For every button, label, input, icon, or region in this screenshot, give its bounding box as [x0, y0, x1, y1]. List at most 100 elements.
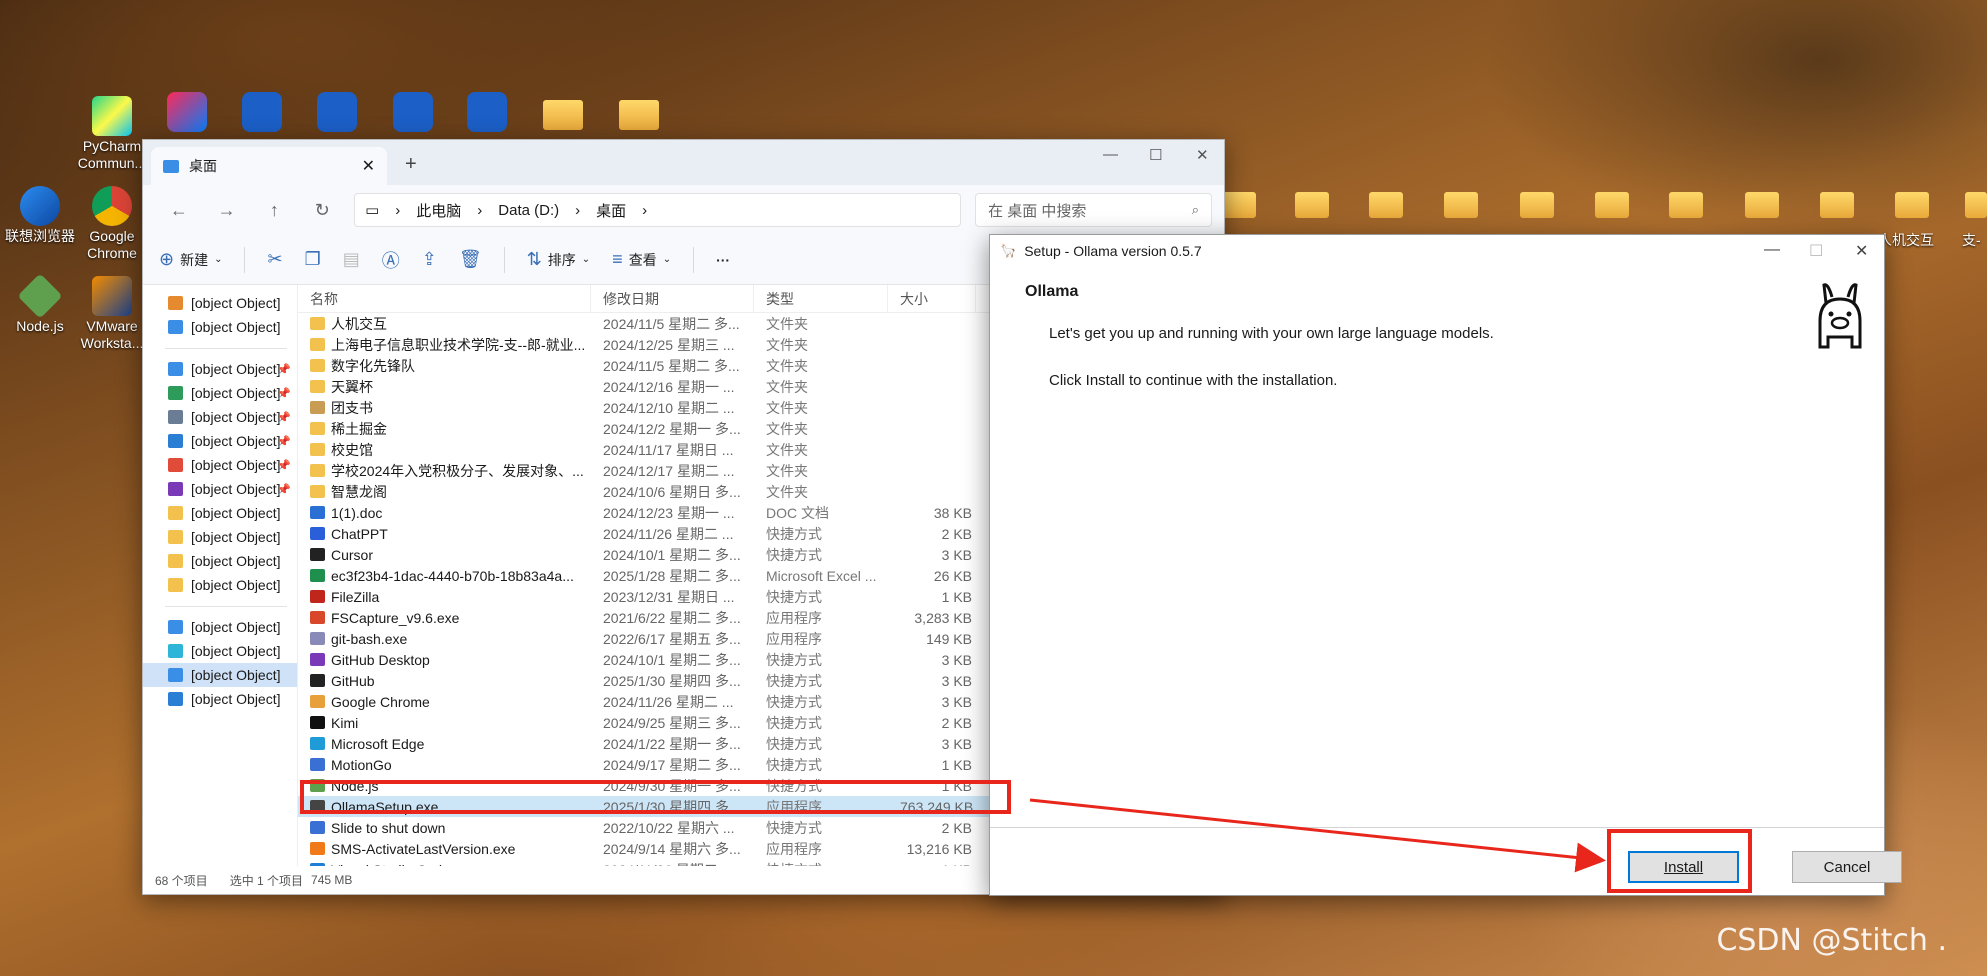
sidebar-item[interactable]: [object Object]	[143, 573, 297, 597]
more-button[interactable]: ···	[716, 252, 730, 268]
column-header-name[interactable]: 名称	[298, 285, 591, 312]
sidebar-item[interactable]: [object Object]	[143, 501, 297, 525]
folder-icon[interactable]	[1444, 192, 1478, 218]
file-date: 2024/9/25 星期三 多...	[603, 714, 741, 731]
maximize-button[interactable]: ☐	[1809, 241, 1823, 261]
up-arrow-icon[interactable]: ↑	[251, 200, 299, 221]
rename-button[interactable]: Ⓐ	[382, 247, 400, 273]
file-size: 3 KB	[941, 735, 972, 752]
maximize-button[interactable]: ☐	[1149, 146, 1162, 164]
sidebar-item[interactable]: [object Object]	[143, 315, 297, 339]
sidebar-item[interactable]: [object Object]	[143, 615, 297, 639]
file-size: 38 KB	[933, 504, 972, 521]
file-name: SMS-ActivateLastVersion.exe	[331, 840, 516, 857]
file-size: 149 KB	[926, 630, 972, 647]
close-button[interactable]: ✕	[1855, 241, 1868, 261]
file-name-cell: FileZilla	[298, 589, 591, 605]
file-type: 快捷方式	[766, 588, 822, 605]
column-header-date[interactable]: 修改日期	[591, 285, 754, 312]
column-header-type[interactable]: 类型	[754, 285, 888, 312]
breadcrumb-item[interactable]: 此电脑	[416, 200, 461, 221]
close-button[interactable]: ✕	[1196, 146, 1209, 164]
forward-arrow-icon[interactable]: →	[203, 200, 251, 221]
minimize-button[interactable]: —	[1764, 241, 1780, 259]
back-arrow-icon[interactable]: ←	[155, 200, 203, 221]
folder-icon[interactable]	[1520, 192, 1554, 218]
intellij-icon[interactable]	[167, 92, 207, 132]
new-button[interactable]: ⊕ 新建 ⌄	[159, 249, 222, 270]
sidebar-item[interactable]: [object Object]	[143, 639, 297, 663]
breadcrumb-item[interactable]: 桌面	[596, 200, 626, 221]
sidebar-item[interactable]: [object Object]	[143, 663, 297, 687]
folder-icon[interactable]	[1222, 192, 1256, 218]
file-name-cell: Google Chrome	[298, 694, 591, 710]
tab-title: 桌面	[189, 158, 217, 174]
more-icon: ···	[716, 251, 731, 268]
folder-icon[interactable]	[1745, 192, 1779, 218]
sidebar-item[interactable]: [object Object]	[143, 549, 297, 573]
file-icon	[310, 590, 325, 603]
file-icon	[310, 821, 325, 834]
folder-icon[interactable]	[543, 100, 583, 130]
folder-icon[interactable]	[1895, 192, 1929, 218]
desktop-icon-lenovo-browser[interactable]: 联想浏览器	[0, 186, 80, 245]
folder-icon[interactable]	[1669, 192, 1703, 218]
ub-icon[interactable]	[393, 92, 433, 132]
folder-icon[interactable]	[1820, 192, 1854, 218]
new-tab-button[interactable]: +	[405, 153, 417, 176]
sidebar-item[interactable]: [object Object] 📌	[143, 477, 297, 501]
sidebar-item[interactable]: [object Object]	[143, 525, 297, 549]
sidebar-item[interactable]: [object Object] 📌	[143, 453, 297, 477]
desktop-icon-vmware[interactable]: VMware Workstа...	[72, 276, 152, 352]
sidebar-item[interactable]: [object Object] 📌	[143, 357, 297, 381]
sidebar-item[interactable]: [object Object]	[143, 291, 297, 315]
file-type: 文件夹	[766, 399, 808, 416]
search-input[interactable]: 在 桌面 中搜索 ⌕	[975, 193, 1213, 227]
cut-button[interactable]: ✂	[267, 249, 282, 270]
file-name: Google Chrome	[331, 693, 430, 710]
column-header-size[interactable]: 大小	[888, 285, 976, 312]
desktop-icon-nodejs[interactable]: Node.js	[0, 273, 80, 335]
desktop-icon-pycharm[interactable]: PyCharm Commun...	[72, 96, 152, 172]
folder-icon[interactable]	[619, 100, 659, 130]
sidebar-item[interactable]: [object Object] 📌	[143, 405, 297, 429]
new-label: 新建	[180, 251, 209, 268]
share-button[interactable]: ⇪	[422, 249, 437, 270]
copy-button[interactable]: ❐	[305, 249, 321, 270]
sort-button[interactable]: ⇅ 排序 ⌄	[527, 249, 590, 270]
file-name: 智慧龙阁	[331, 483, 387, 500]
sidebar-item[interactable]: [object Object]	[143, 687, 297, 711]
breadcrumb-item[interactable]: Data (D:)	[498, 202, 559, 219]
file-size: 3 KB	[941, 651, 972, 668]
file-type: 文件夹	[766, 420, 808, 437]
desktop-icon-chrome[interactable]: Google Chrome	[72, 186, 152, 262]
sidebar-item[interactable]: [object Object] 📌	[143, 429, 297, 453]
file-name: 天翼杯	[331, 378, 373, 395]
ub-icon[interactable]	[242, 92, 282, 132]
chrome-icon	[92, 186, 132, 226]
minimize-button[interactable]: —	[1103, 146, 1118, 163]
delete-button[interactable]: 🗑	[459, 249, 482, 270]
ub-icon[interactable]	[317, 92, 357, 132]
file-name-cell: Cursor	[298, 547, 591, 563]
folder-icon[interactable]	[1595, 192, 1629, 218]
view-button[interactable]: ≡ 查看 ⌄	[612, 249, 671, 270]
pin-icon: 📌	[277, 411, 291, 424]
sidebar-item-label: [object Object]	[191, 385, 281, 401]
close-tab-icon[interactable]: ✕	[362, 156, 375, 176]
navigation-bar: ← → ↑ ↻ ▭ › 此电脑 › Data (D:) › 桌面 › 在 桌面 …	[143, 185, 1224, 235]
ub-icon[interactable]	[467, 92, 507, 132]
sidebar-item[interactable]: [object Object] 📌	[143, 381, 297, 405]
folder-icon[interactable]	[1369, 192, 1403, 218]
cancel-button[interactable]: Cancel	[1792, 851, 1902, 883]
location-icon	[168, 362, 183, 376]
tab-desktop[interactable]: 桌面 ✕	[151, 147, 387, 185]
folder-icon[interactable]	[1965, 192, 1987, 218]
location-icon	[168, 620, 183, 634]
address-bar[interactable]: ▭ › 此电脑 › Data (D:) › 桌面 ›	[354, 193, 962, 227]
file-name-cell: 上海电子信息职业技术学院-支--郎-就业...	[298, 335, 591, 355]
refresh-icon[interactable]: ↻	[298, 200, 346, 221]
file-size: 1 KB	[941, 756, 972, 773]
folder-icon[interactable]	[1295, 192, 1329, 218]
paste-button[interactable]: ▤	[343, 249, 360, 270]
